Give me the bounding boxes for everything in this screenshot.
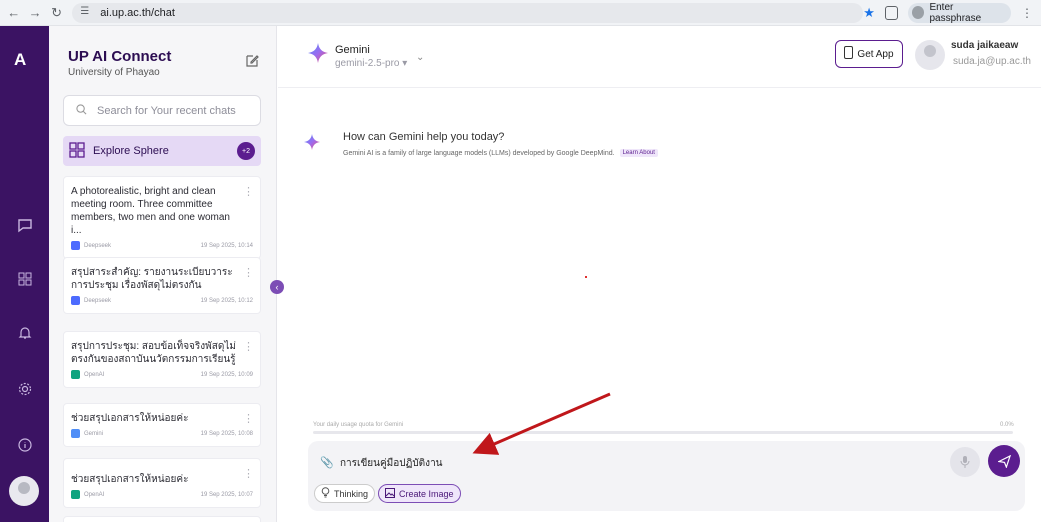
quota-label: Your daily usage quota for Gemini [313, 422, 404, 428]
chat-provider: Deepseek [84, 297, 112, 304]
chat-history-item[interactable]: ช่วยสรุปเอกสารให้หน่อยค่ะ ⋮ Gemini 19 Se… [63, 403, 261, 447]
chat-menu-icon[interactable]: ⋮ [243, 467, 254, 480]
greeting-description: Gemini AI is a family of large language … [343, 149, 615, 157]
bell-icon[interactable] [16, 324, 34, 342]
app-subtitle: University of Phayao [68, 67, 160, 78]
user-email: suda.ja@up.ac.th [953, 56, 1031, 67]
deepseek-icon [71, 241, 80, 250]
thinking-toggle[interactable]: Thinking [314, 484, 376, 503]
bookmark-star-icon[interactable]: ★ [863, 5, 875, 21]
lightbulb-icon [321, 487, 330, 500]
chat-history-item[interactable] [63, 516, 261, 522]
chat-title: A photorealistic, bright and clean meeti… [71, 186, 230, 236]
chat-title: สรุปสาระสำคัญ: รายงานระเบียบวาระการประชุ… [71, 267, 233, 291]
chat-history-item[interactable]: ช่วยสรุปเอกสารให้หน่อยค่ะ ⋮ OpenAI 19 Se… [63, 458, 261, 508]
extensions-icon[interactable] [884, 5, 899, 20]
app-rail: A [0, 26, 49, 522]
openai-icon [71, 370, 80, 379]
gemini-sparkle-icon [308, 43, 328, 63]
gemini-icon [71, 429, 80, 438]
chat-history-item[interactable]: A photorealistic, bright and clean meeti… [63, 176, 261, 259]
model-name[interactable]: Gemini [335, 44, 370, 56]
profile-avatar-icon [912, 6, 925, 19]
gemini-sparkle-icon [304, 134, 320, 150]
greeting-subtitle: Gemini AI is a family of large language … [343, 149, 658, 157]
chat-menu-icon[interactable]: ⋮ [243, 412, 254, 425]
explore-badge: +2 [237, 142, 255, 160]
url-text: ai.up.ac.th/chat [100, 6, 175, 19]
chat-menu-icon[interactable]: ⋮ [243, 340, 254, 353]
chat-icon[interactable] [16, 216, 34, 234]
quota-percent: 0.0% [1000, 422, 1014, 428]
address-bar[interactable]: ☰ ai.up.ac.th/chat [72, 2, 864, 23]
browser-toolbar: ← → ↻ ☰ ai.up.ac.th/chat ★ Enter passphr… [0, 0, 1041, 26]
openai-icon [71, 490, 80, 499]
app-title: UP AI Connect [68, 48, 172, 65]
chat-sidebar: UP AI Connect University of Phayao Searc… [49, 26, 277, 522]
app-logo: A [14, 50, 26, 69]
chat-date: 19 Sep 2025, 10:07 [200, 491, 253, 498]
message-composer: 📎 Thinking Create Image [308, 441, 1025, 511]
reload-icon[interactable]: ↻ [49, 5, 64, 21]
stray-dot [585, 276, 587, 278]
create-image-label: Create Image [399, 488, 454, 499]
chat-date: 19 Sep 2025, 10:14 [200, 242, 253, 249]
get-app-label: Get App [857, 48, 894, 60]
new-chat-edit-icon[interactable] [244, 53, 260, 69]
explore-sphere-button[interactable]: Explore Sphere +2 [63, 136, 261, 166]
browser-menu-icon[interactable]: ⋮ [1021, 6, 1033, 20]
send-icon[interactable] [988, 445, 1020, 477]
model-version-dropdown[interactable]: gemini-2.5-pro ▾ [335, 58, 407, 69]
explore-label: Explore Sphere [93, 145, 169, 157]
user-avatar[interactable] [915, 40, 945, 70]
explore-grid-icon [69, 141, 85, 161]
deepseek-icon [71, 296, 80, 305]
quota-progress-bar [313, 431, 1013, 434]
microphone-icon[interactable] [950, 447, 980, 477]
back-icon[interactable]: ← [6, 5, 21, 21]
rail-user-avatar[interactable] [9, 476, 39, 506]
image-icon [385, 487, 395, 500]
chat-title: ช่วยสรุปเอกสารให้หน่อยค่ะ [71, 474, 189, 485]
chevron-down-icon[interactable]: ⌄ [416, 52, 424, 63]
profile-button[interactable]: Enter passphrase [908, 1, 1011, 24]
model-version: gemini-2.5-pro [335, 58, 400, 69]
chat-date: 19 Sep 2025, 10:12 [200, 297, 253, 304]
attach-paperclip-icon[interactable]: 📎 [320, 456, 334, 469]
chat-provider: Deepseek [84, 242, 112, 249]
forward-icon[interactable]: → [27, 5, 42, 21]
chat-history-item[interactable]: สรุปการประชุม: สอบข้อเท็จจริงพัสดุไม่ตรง… [63, 331, 261, 388]
get-app-button[interactable]: Get App [835, 40, 903, 68]
chat-provider: Gemini [84, 430, 104, 437]
create-image-toggle[interactable]: Create Image [378, 484, 461, 503]
chat-provider: OpenAI [84, 371, 105, 378]
chat-search-input[interactable]: Search for Your recent chats [63, 95, 261, 126]
search-placeholder: Search for Your recent chats [97, 104, 236, 117]
user-name: suda jaikaeaw [951, 40, 1019, 51]
chat-date: 19 Sep 2025, 10:08 [200, 430, 253, 437]
chat-main: Gemini gemini-2.5-pro ▾ ⌄ Get App suda j… [278, 26, 1041, 522]
site-info-icon[interactable]: ☰ [80, 6, 94, 20]
info-icon[interactable] [16, 436, 34, 454]
chat-date: 19 Sep 2025, 10:09 [200, 371, 253, 378]
phone-icon [844, 46, 854, 62]
thinking-label: Thinking [334, 488, 369, 499]
chat-menu-icon[interactable]: ⋮ [243, 266, 254, 279]
chat-menu-icon[interactable]: ⋮ [243, 185, 254, 198]
apps-grid-icon[interactable] [16, 270, 34, 288]
chat-header: Gemini gemini-2.5-pro ▾ ⌄ Get App suda j… [278, 26, 1041, 88]
search-icon [76, 103, 87, 118]
chat-title: สรุปการประชุม: สอบข้อเท็จจริงพัสดุไม่ตรง… [71, 341, 236, 365]
chat-history-item[interactable]: สรุปสาระสำคัญ: รายงานระเบียบวาระการประชุ… [63, 257, 261, 314]
learn-about-link[interactable]: Learn About [619, 149, 658, 157]
chat-provider: OpenAI [84, 491, 105, 498]
settings-gear-icon[interactable] [16, 380, 34, 398]
greeting-title: How can Gemini help you today? [343, 131, 505, 143]
message-input[interactable] [340, 454, 940, 472]
profile-label: Enter passphrase [929, 1, 982, 24]
chat-title: ช่วยสรุปเอกสารให้หน่อยค่ะ [71, 413, 189, 424]
